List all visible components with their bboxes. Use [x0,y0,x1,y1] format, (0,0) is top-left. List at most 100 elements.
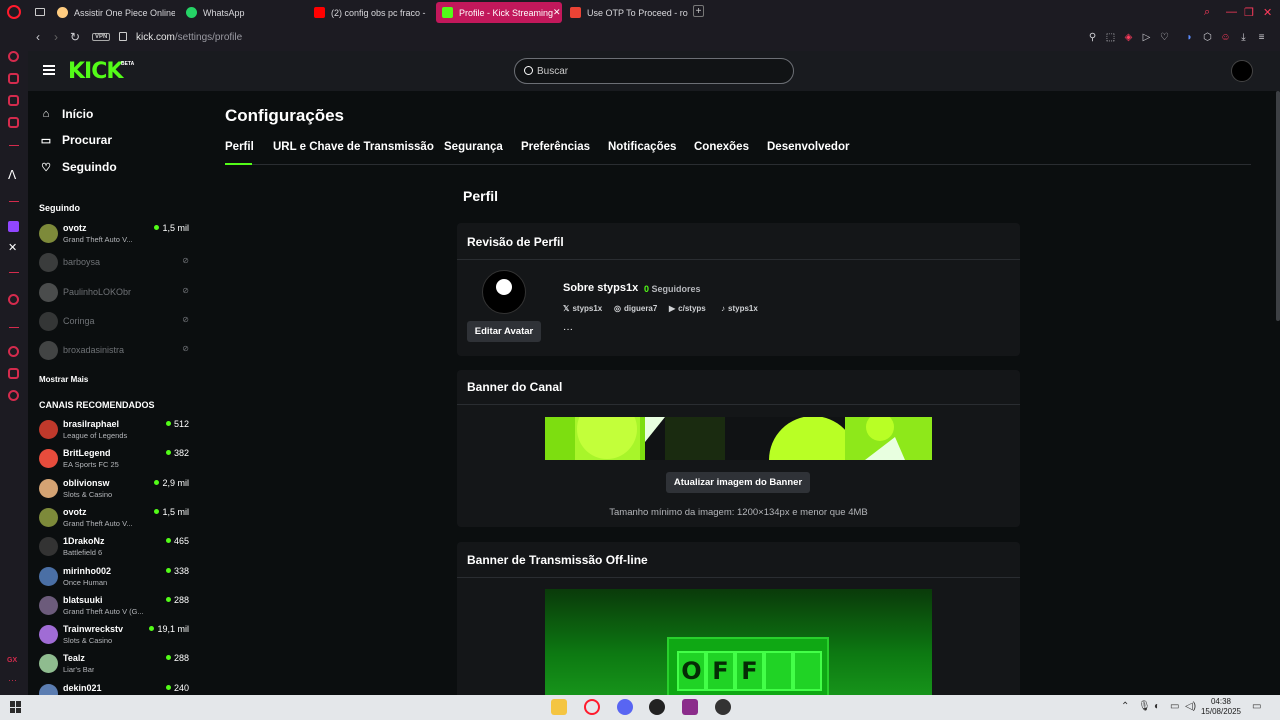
close-icon[interactable]: ✕ [553,7,561,18]
tab-seguranca[interactable]: Segurança [444,141,503,153]
tab-notificacoes[interactable]: Notificações [608,141,676,153]
sidebar-settings-icon[interactable] [8,390,19,401]
obs-icon[interactable] [715,699,731,715]
channel-item[interactable]: broxadasinistra ⊘ [39,338,189,364]
channel-item[interactable]: Tealz Liar's Bar 288 [39,651,189,677]
tab-stream-key[interactable]: URL e Chave de Transmissão [273,141,434,153]
url-field[interactable]: kick.com/settings/profile [136,32,242,43]
channel-item[interactable]: dekin021 240 [39,681,189,695]
channel-item[interactable]: PaulinhoLOKObr ⊘ [39,280,189,306]
about-title: Sobre styps1x [563,282,639,294]
tab-youtube[interactable]: (2) config obs pc fraco - [308,2,432,23]
network-icon[interactable]: ▭ [1170,701,1179,712]
tab-perfil[interactable]: Perfil [225,141,254,153]
channel-category: Slots & Casino [63,636,113,646]
tab-kick-profile[interactable]: Profile - Kick Streaming ✕ [436,2,562,23]
viewer-count: 382 [166,448,189,458]
nav-browse[interactable]: ▭ Procurar [40,131,112,149]
edit-avatar-button[interactable]: Editar Avatar [467,321,541,342]
channel-item[interactable]: BritLegend EA Sports FC 25 382 [39,446,189,472]
restore-icon[interactable]: ❐ [1244,6,1254,19]
tab-whatsapp[interactable]: WhatsApp [180,2,304,23]
nav-home[interactable]: ⌂ Início [40,105,94,123]
channel-name: barboysa [63,257,101,268]
mic-icon[interactable]: 🎙 [1138,701,1151,712]
winrar-icon[interactable] [682,699,698,715]
profile-icon[interactable]: ☺ [1220,32,1231,43]
search-tabs-icon[interactable]: ⌕ [1204,6,1210,19]
tab-one-piece[interactable]: Assistir One Piece Online [51,2,175,23]
social-tiktok[interactable]: ♪ styps1x [721,304,758,313]
channel-item[interactable]: Coringa ⊘ [39,309,189,335]
opera-taskbar-icon[interactable] [584,699,600,715]
extensions-icon[interactable]: ⬡ [1202,32,1213,43]
tab-menu-icon[interactable] [35,8,45,16]
pocket-icon[interactable]: ◈ [1123,32,1134,43]
sidebar-gx-icon[interactable]: GX [7,657,17,664]
kick-favicon-icon [442,7,453,18]
channel-avatar [39,566,58,586]
close-window-icon[interactable]: ✕ [1263,6,1272,19]
discord-icon[interactable] [617,699,633,715]
kick-logo[interactable]: KICK [68,59,123,84]
tab-gmail[interactable]: Use OTP To Proceed - ro [564,2,688,23]
channel-item[interactable]: 1DrakoNz Battlefield 6 465 [39,534,189,560]
opera-logo-icon[interactable] [7,5,21,19]
volume-icon[interactable]: ◁) [1185,701,1196,712]
sidebar-player-icon[interactable] [8,294,19,305]
channel-item[interactable]: brasilraphael League of Legends 512 [39,417,189,443]
update-banner-button[interactable]: Atualizar imagem do Banner [666,472,810,493]
sidebar-twitch-icon[interactable] [8,221,19,232]
download-icon[interactable]: ⤓ [1238,32,1249,43]
system-clock[interactable]: 04:38 15/08/2025 [1198,697,1244,717]
back-icon[interactable]: ‹ [36,30,40,44]
social-instagram[interactable]: ◎ diguera7 [614,304,657,313]
menu-icon[interactable]: ≡ [1256,32,1267,43]
forward-icon[interactable]: › [54,30,58,44]
pin-icon[interactable]: ⚲ [1087,32,1098,43]
tab-conexoes[interactable]: Conexões [694,141,749,153]
nav-following[interactable]: ♡ Seguindo [40,158,117,176]
sidebar-messenger-icon[interactable] [8,73,19,84]
heart-icon[interactable]: ♡ [1159,32,1170,43]
channel-item[interactable]: ovotz Grand Theft Auto V... 1,5 mil [39,505,189,531]
vpn-badge[interactable]: VPN [92,33,111,41]
tab-desenvolvedor[interactable]: Desenvolvedor [767,141,849,153]
social-youtube[interactable]: ▶ c/styps [669,304,706,313]
notifications-icon[interactable]: ▭ [1252,701,1261,712]
reload-icon[interactable]: ↻ [70,30,80,44]
windows-start-icon[interactable] [10,701,22,713]
channel-item[interactable]: barboysa ⊘ [39,250,189,276]
sidebar-ai-icon[interactable] [8,51,19,62]
sidebar-instagram-icon[interactable] [8,117,19,128]
minimize-icon[interactable]: — [1226,6,1237,18]
channel-item[interactable]: Trainwreckstv Slots & Casino 19,1 mil [39,622,189,648]
sidebar-extensions-icon[interactable] [8,368,19,379]
show-more-link[interactable]: Mostrar Mais [39,375,88,384]
channel-item[interactable]: blatsuuki Grand Theft Auto V (G... 288 [39,593,189,619]
tab-preferencias[interactable]: Preferências [521,141,590,153]
snapshot-icon[interactable]: ⬚ [1105,32,1116,43]
hamburger-menu-icon[interactable] [43,65,55,75]
social-x[interactable]: 𝕏styps1x [563,304,602,313]
page-scrollbar[interactable] [1276,91,1280,321]
sidebar-aria-icon[interactable]: ᐱ [8,168,16,182]
user-avatar[interactable] [1231,60,1253,82]
sidebar-x-icon[interactable]: ✕ [8,241,17,254]
sidebar-more-icon[interactable]: ··· [8,675,17,685]
sidebar-history-icon[interactable] [8,346,19,357]
discord-tray-icon[interactable]: ◐ [1154,701,1160,712]
audio-icon[interactable]: ◗ [1184,32,1195,43]
lock-icon[interactable] [119,32,127,41]
channel-item[interactable]: mirinho002 Once Human 338 [39,564,189,590]
channel-item[interactable]: oblivionsw Slots & Casino 2,9 mil [39,476,189,502]
channel-item[interactable]: ovotz Grand Theft Auto V... 1,5 mil [39,221,189,247]
sidebar-pocket-icon[interactable] [8,95,19,106]
file-explorer-icon[interactable] [551,699,567,715]
clock-app-icon[interactable] [649,699,665,715]
new-tab-button[interactable]: + [693,5,704,17]
more-options-icon[interactable]: ··· [563,324,573,335]
search-input[interactable]: Buscar [514,58,794,84]
tray-chevron-icon[interactable]: ⌃ [1121,701,1129,712]
send-icon[interactable]: ▷ [1141,32,1152,43]
